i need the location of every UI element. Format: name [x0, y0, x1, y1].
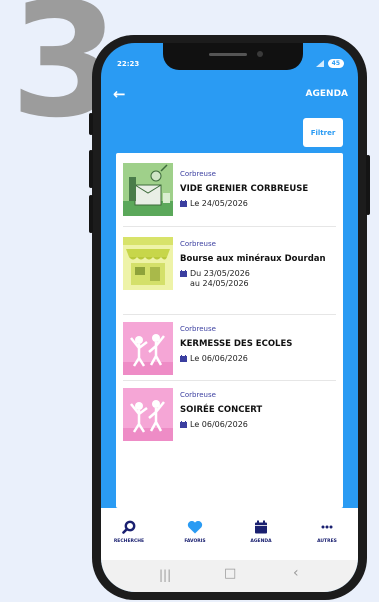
nav-label: AGENDA: [250, 539, 272, 544]
status-time: 22:23: [117, 60, 140, 68]
event-city: Corbreuse: [180, 170, 216, 178]
event-text: Corbreuse KERMESSE DES ECOLES Le 06/06/2…: [180, 324, 340, 364]
event-city: Corbreuse: [180, 325, 216, 333]
event-date-text: Du 23/05/2026 au 24/05/2026: [190, 269, 250, 288]
notch-speaker: [209, 53, 247, 56]
calendar-icon: [255, 520, 267, 534]
nav-autres[interactable]: AUTRES: [307, 520, 347, 544]
status-bar: 22:23 45: [101, 43, 358, 83]
phone-frame: 22:23 45 ← AGENDA Filtrer Corbreuse VIDE…: [89, 35, 370, 600]
calendar-icon: [180, 200, 187, 207]
phone-side-button: [89, 113, 93, 135]
event-title: VIDE GRENIER CORBREUSE: [180, 184, 309, 194]
event-date-text: Le 06/06/2026: [190, 354, 248, 363]
filter-button[interactable]: Filtrer: [303, 118, 343, 147]
market-stall-illustration: [123, 237, 173, 290]
nav-favoris[interactable]: FAVORIS: [175, 520, 215, 544]
vide-grenier-illustration: [123, 163, 173, 216]
heart-icon: [187, 520, 203, 534]
signal-icon: [315, 60, 324, 67]
event-item[interactable]: Corbreuse KERMESSE DES ECOLES Le 06/06/2…: [116, 315, 343, 379]
event-city: Corbreuse: [180, 391, 216, 399]
event-date: Le 06/06/2026: [180, 420, 340, 430]
system-back-icon[interactable]: ‹: [293, 565, 299, 581]
event-title: KERMESSE DES ECOLES: [180, 339, 293, 349]
event-item[interactable]: Corbreuse SOIRÉE CONCERT Le 06/06/2026: [116, 381, 343, 445]
party-people-illustration: [123, 388, 173, 441]
event-date: Du 23/05/2026 au 24/05/2026: [180, 269, 340, 289]
calendar-icon: [180, 355, 187, 362]
event-city: Corbreuse: [180, 240, 216, 248]
more-icon: [321, 525, 333, 529]
battery-icon: 45: [327, 59, 344, 68]
phone-volume-up: [89, 150, 93, 188]
system-nav-bar: ||| □ ‹: [101, 560, 358, 592]
phone-volume-down: [89, 195, 93, 233]
nav-recherche[interactable]: RECHERCHE: [109, 520, 149, 544]
event-date: Le 06/06/2026: [180, 354, 340, 364]
event-list: Corbreuse VIDE GRENIER CORBREUSE Le 24/0…: [116, 153, 343, 508]
nav-label: FAVORIS: [184, 539, 206, 544]
party-people-illustration: [123, 322, 173, 375]
status-icons: 45: [315, 59, 344, 68]
event-date-text: Le 06/06/2026: [190, 420, 248, 429]
event-date-text: Le 24/05/2026: [190, 199, 248, 208]
notch: [163, 43, 303, 70]
event-title: Bourse aux minéraux Dourdan: [180, 254, 326, 264]
search-icon: [122, 520, 136, 534]
bottom-nav: RECHERCHE FAVORIS AGENDA AUTRES: [101, 508, 358, 560]
page-title: AGENDA: [305, 89, 348, 99]
recent-apps-icon[interactable]: |||: [159, 568, 171, 582]
event-item[interactable]: Corbreuse VIDE GRENIER CORBREUSE Le 24/0…: [116, 153, 343, 226]
notch-camera: [257, 51, 263, 57]
app-bar: ← AGENDA: [101, 83, 358, 113]
phone-screen: 22:23 45 ← AGENDA Filtrer Corbreuse VIDE…: [101, 43, 358, 592]
event-date: Le 24/05/2026: [180, 199, 340, 209]
event-title: SOIRÉE CONCERT: [180, 405, 263, 415]
nav-label: AUTRES: [317, 539, 337, 544]
event-text: Corbreuse VIDE GRENIER CORBREUSE Le 24/0…: [180, 169, 340, 209]
event-text: Corbreuse SOIRÉE CONCERT Le 06/06/2026: [180, 390, 340, 430]
event-item[interactable]: Corbreuse Bourse aux minéraux Dourdan Du…: [116, 227, 343, 313]
back-arrow-icon[interactable]: ←: [113, 85, 126, 103]
nav-agenda[interactable]: AGENDA: [241, 520, 281, 544]
calendar-icon: [180, 421, 187, 428]
event-text: Corbreuse Bourse aux minéraux Dourdan Du…: [180, 239, 340, 289]
nav-label: RECHERCHE: [113, 539, 145, 544]
phone-power-button: [366, 155, 370, 215]
home-icon[interactable]: □: [224, 566, 236, 581]
calendar-icon: [180, 270, 187, 277]
